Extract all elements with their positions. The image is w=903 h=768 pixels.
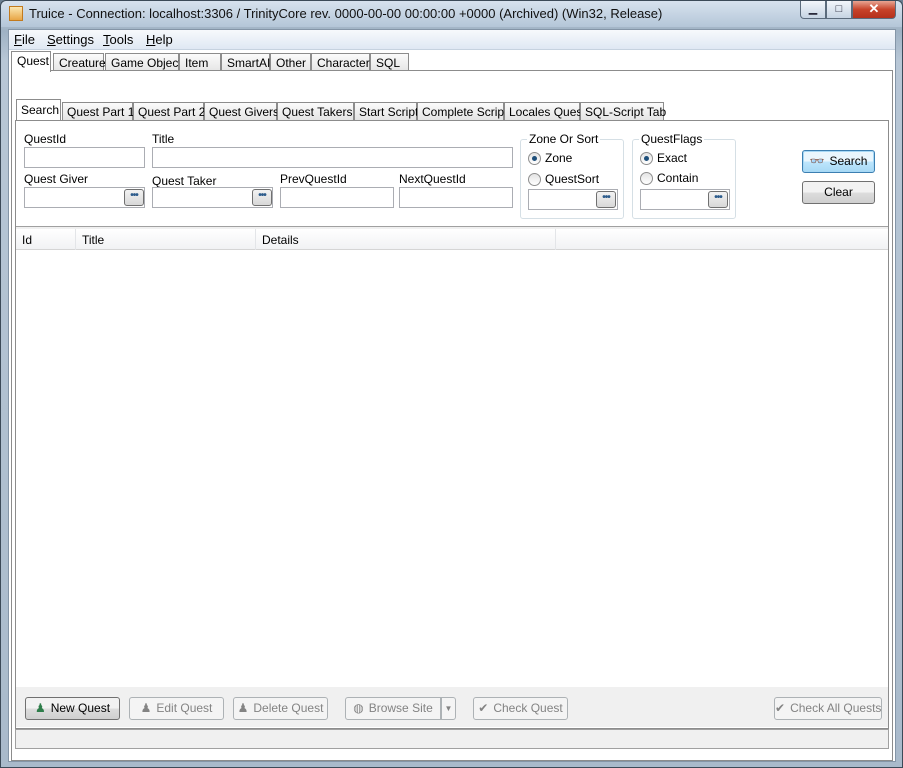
quest-taker-lookup-button[interactable]: •••: [252, 189, 272, 206]
prev-quest-id-input[interactable]: [280, 187, 394, 208]
edit-quest-label: Edit Quest: [156, 701, 213, 715]
title-input[interactable]: [152, 147, 513, 168]
menu-help-mnemonic: H: [146, 32, 156, 47]
tab-locales-quest[interactable]: Locales Quest: [504, 102, 586, 120]
zone-or-sort-title: Zone Or Sort: [527, 132, 601, 146]
menu-help-label: elp: [155, 32, 173, 47]
person-icon: ♟: [140, 701, 152, 715]
maximize-button[interactable]: □: [826, 1, 852, 19]
globe-icon: ◍: [353, 701, 364, 715]
person-icon: ♟: [34, 701, 46, 715]
action-bar: ♟ New Quest ♟ Edit Quest ♟ Delete Quest ◍ Br…: [16, 687, 888, 727]
quest-sort-radio-label: QuestSort: [545, 172, 600, 186]
app-icon: [9, 6, 23, 21]
title-label: Title: [152, 132, 175, 146]
tab-complete-script[interactable]: Complete Script: [417, 102, 507, 120]
search-tab-panel: QuestId Title Quest Giver ••• Quest Take…: [15, 120, 889, 729]
next-quest-id-input[interactable]: [399, 187, 513, 208]
quest-id-label: QuestId: [24, 132, 67, 146]
check-quest-button[interactable]: ✔ Check Quest: [473, 697, 568, 720]
person-icon: ♟: [237, 701, 249, 715]
search-button-label: Search: [829, 154, 868, 168]
column-title[interactable]: Title: [76, 229, 256, 250]
new-quest-button[interactable]: ♟ New Quest: [25, 697, 120, 720]
window-controls: ▁ □ ✕: [800, 1, 896, 19]
menu-settings-label: ettings: [55, 32, 94, 47]
column-id[interactable]: Id: [16, 229, 76, 250]
check-all-quests-button[interactable]: ✔ Check All Quests: [774, 697, 882, 720]
quest-flags-title: QuestFlags: [639, 132, 705, 146]
window-title: Truice - Connection: localhost:3306 / Tr…: [29, 6, 663, 21]
quest-sort-radio[interactable]: [528, 173, 541, 186]
menu-tools-label: ools: [109, 32, 134, 47]
tab-sql-script[interactable]: SQL-Script Tab: [580, 102, 666, 120]
clear-button[interactable]: Clear: [802, 181, 875, 204]
next-quest-id-label: NextQuestId: [399, 172, 466, 186]
search-form: QuestId Title Quest Giver ••• Quest Take…: [16, 121, 888, 227]
search-button[interactable]: 👓 Search: [802, 150, 875, 173]
results-grid-header: Id Title Details: [16, 229, 888, 250]
quest-tab-panel: Search Quest Part 1 Quest Part 2 Quest G…: [11, 70, 893, 761]
binoculars-icon: 👓: [809, 154, 825, 168]
check-quest-label: Check Quest: [493, 701, 563, 715]
delete-quest-button[interactable]: ♟ Delete Quest: [233, 697, 328, 720]
browse-site-label: Browse Site: [368, 701, 433, 715]
status-bar: [15, 729, 889, 749]
tab-start-script[interactable]: Start Script: [354, 102, 418, 120]
tab-search[interactable]: Search: [16, 99, 61, 120]
menu-tools[interactable]: Tools: [103, 32, 133, 47]
menu-file-label: ile: [21, 32, 35, 47]
menu-settings-mnemonic: S: [47, 32, 56, 47]
checkmark-icon: ✔: [775, 701, 786, 715]
menu-file[interactable]: File: [14, 32, 35, 47]
tab-quest-part-2[interactable]: Quest Part 2: [133, 102, 205, 120]
app-window: Truice - Connection: localhost:3306 / Tr…: [0, 0, 903, 768]
tab-quest-part-1[interactable]: Quest Part 1: [62, 102, 134, 120]
delete-quest-label: Delete Quest: [253, 701, 324, 715]
menu-help[interactable]: Help: [146, 32, 173, 47]
close-button[interactable]: ✕: [852, 1, 896, 19]
minimize-button[interactable]: ▁: [800, 1, 826, 19]
tab-quest-takers[interactable]: Quest Takers: [277, 102, 354, 120]
check-all-quests-label: Check All Quests: [790, 701, 882, 715]
prev-quest-id-label: PrevQuestId: [280, 172, 347, 186]
contain-radio-label: Contain: [657, 171, 699, 185]
quest-giver-label: Quest Giver: [24, 172, 89, 186]
exact-radio-label: Exact: [657, 151, 688, 165]
checkmark-icon: ✔: [478, 701, 489, 715]
column-details[interactable]: Details: [256, 229, 556, 250]
contain-radio[interactable]: [640, 172, 653, 185]
tab-quest[interactable]: Quest: [11, 51, 51, 72]
zone-radio-label: Zone: [545, 151, 573, 165]
zone-radio[interactable]: [528, 152, 541, 165]
menu-settings[interactable]: Settings: [47, 32, 94, 47]
results-grid[interactable]: Id Title Details: [16, 229, 888, 728]
zone-or-sort-group: Zone Or Sort Zone QuestSort •••: [520, 132, 624, 219]
title-bar[interactable]: Truice - Connection: localhost:3306 / Tr…: [1, 1, 902, 27]
quest-flags-group: QuestFlags Exact Contain •••: [632, 132, 736, 219]
quest-taker-label: Quest Taker: [152, 174, 217, 188]
menu-bar: File Settings Tools Help: [9, 30, 895, 50]
quest-id-input[interactable]: [24, 147, 145, 168]
quest-flags-lookup-button[interactable]: •••: [708, 191, 728, 208]
browse-site-dropdown[interactable]: ▼: [441, 697, 456, 720]
exact-radio[interactable]: [640, 152, 653, 165]
menu-file-mnemonic: F: [14, 32, 22, 47]
new-quest-label: New Quest: [50, 701, 111, 715]
edit-quest-button[interactable]: ♟ Edit Quest: [129, 697, 224, 720]
zone-sort-lookup-button[interactable]: •••: [596, 191, 616, 208]
client-area: File Settings Tools Help Quest Creature …: [8, 29, 896, 762]
browse-site-button[interactable]: ◍ Browse Site: [345, 697, 441, 720]
tab-quest-givers[interactable]: Quest Givers: [204, 102, 279, 120]
quest-giver-lookup-button[interactable]: •••: [124, 189, 144, 206]
